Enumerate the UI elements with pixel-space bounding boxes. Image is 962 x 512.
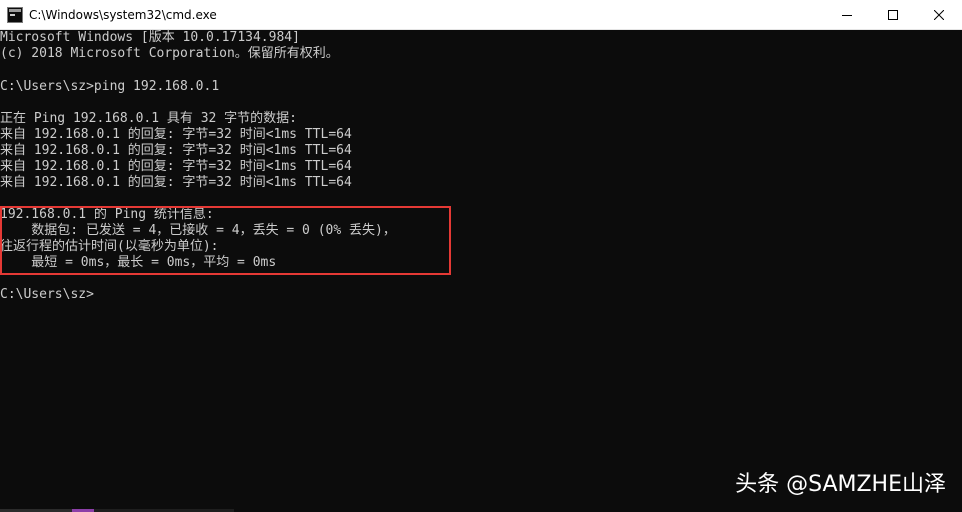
console-line: 来自 192.168.0.1 的回复: 字节=32 时间<1ms TTL=64	[0, 175, 352, 190]
ping-statistics-highlight	[0, 206, 451, 275]
maximize-icon	[888, 10, 898, 20]
close-button[interactable]	[916, 0, 962, 30]
console-line: Microsoft Windows [版本 10.0.17134.984]	[0, 30, 300, 45]
console-line: (c) 2018 Microsoft Corporation。保留所有权利。	[0, 46, 339, 61]
console-line: 来自 192.168.0.1 的回复: 字节=32 时间<1ms TTL=64	[0, 127, 352, 142]
close-icon	[934, 10, 944, 20]
title-bar[interactable]: C:\Windows\system32\cmd.exe	[0, 0, 962, 30]
console-line: 来自 192.168.0.1 的回复: 字节=32 时间<1ms TTL=64	[0, 143, 352, 158]
console-line: 正在 Ping 192.168.0.1 具有 32 字节的数据:	[0, 111, 298, 126]
minimize-icon	[842, 15, 852, 16]
minimize-button[interactable]	[824, 0, 870, 30]
cmd-window: C:\Windows\system32\cmd.exe Microsoft Wi…	[0, 0, 962, 512]
cmd-console-icon	[7, 6, 23, 23]
window-controls	[824, 0, 962, 30]
console-output[interactable]: Microsoft Windows [版本 10.0.17134.984] (c…	[0, 30, 962, 512]
console-line: 来自 192.168.0.1 的回复: 字节=32 时间<1ms TTL=64	[0, 159, 352, 174]
window-title: C:\Windows\system32\cmd.exe	[29, 7, 217, 22]
maximize-button[interactable]	[870, 0, 916, 30]
console-prompt: C:\Users\sz>	[0, 287, 94, 302]
watermark: 头条 @SAMZHE山泽	[735, 472, 946, 497]
console-line: C:\Users\sz>ping 192.168.0.1	[0, 79, 220, 94]
